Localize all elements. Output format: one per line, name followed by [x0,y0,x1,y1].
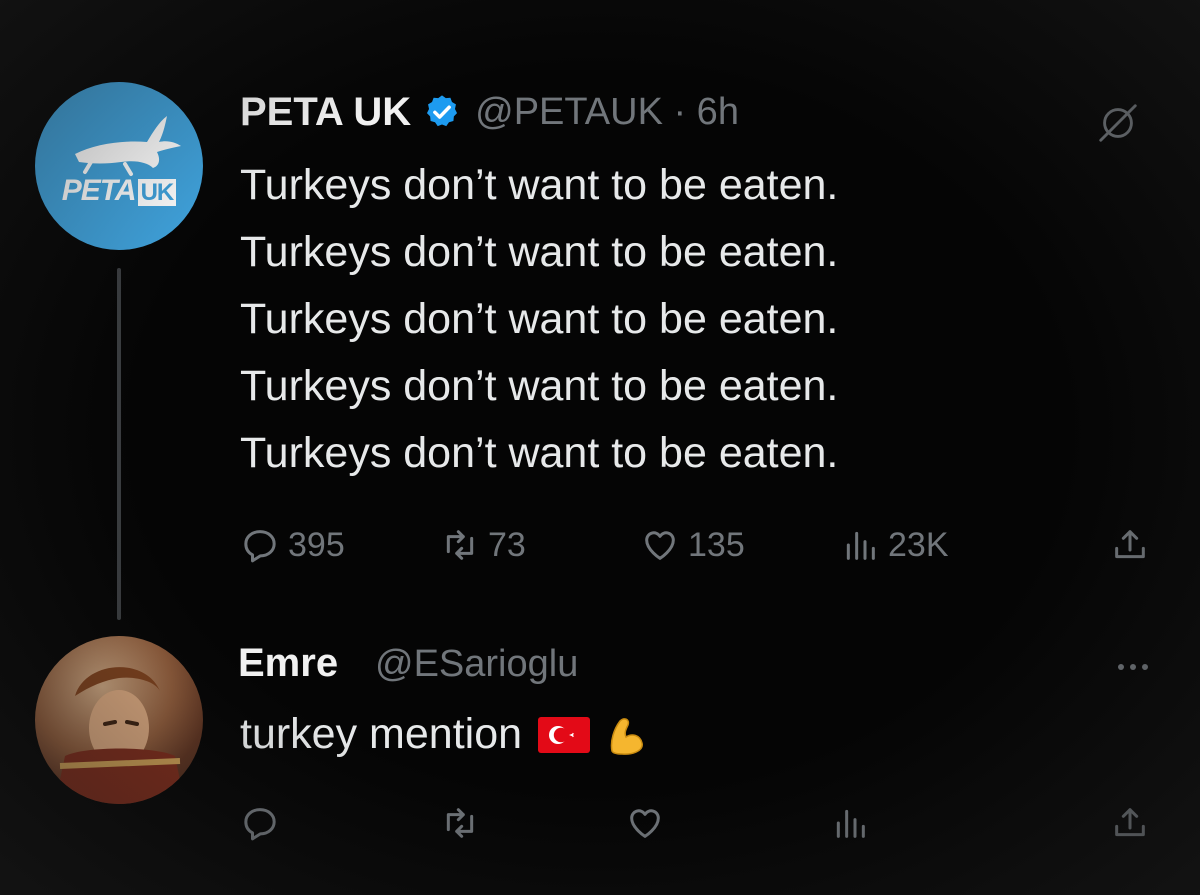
reply-author-name[interactable]: Emre [238,641,338,686]
reply-repost-button[interactable] [440,803,480,843]
share-icon [1115,808,1145,837]
like-button[interactable]: 135 [640,525,745,565]
heart-icon [645,531,675,560]
reply-share-button[interactable] [1110,803,1150,843]
more-icon[interactable] [1113,660,1153,674]
mute-icon[interactable] [1095,100,1141,146]
repost-button[interactable]: 73 [440,525,526,565]
tweet-line: Turkeys don’t want to be eaten. [240,161,839,209]
like-count: 135 [688,525,745,564]
repost-icon [446,808,474,838]
tweet-line: Turkeys don’t want to be eaten. [240,429,839,477]
share-button[interactable] [1110,525,1150,565]
character-portrait [55,667,185,804]
peta-uk-logo-text: PETA UK [35,174,203,208]
reply-count: 395 [288,525,345,564]
peta-uk-avatar[interactable]: PETA UK [35,82,203,250]
reply-text: turkey mention [240,710,650,759]
views-button[interactable]: 23K [840,525,949,565]
tweet-line: Turkeys don’t want to be eaten. [240,228,839,276]
heart-icon [630,809,660,838]
tweet-header: PETA UK @PETAUK · 6h [240,86,739,138]
views-count: 23K [888,525,949,564]
tweet-action-bar: 395 73 135 23K [240,520,1160,570]
repost-count: 73 [488,525,526,564]
reply-icon [244,530,276,563]
views-icon [836,809,865,838]
reply-action-bar [240,798,1160,848]
author-name[interactable]: PETA UK [240,90,411,135]
flexed-biceps-icon [610,717,643,755]
tweet-line: Turkeys don’t want to be eaten. [240,362,839,410]
verified-badge-icon [427,95,458,127]
thread-line [117,268,121,620]
share-icon [1115,530,1145,559]
tweet-line: Turkeys don’t want to be eaten. [240,295,839,343]
emre-avatar[interactable] [35,636,203,804]
views-icon [846,531,875,560]
reply-icon [244,808,276,841]
reply-text-content: turkey mention [240,710,523,758]
rabbit-logo-icon [75,116,181,176]
reply-reply-button[interactable] [240,803,280,843]
repost-icon [446,530,474,560]
reply-views-button[interactable] [830,803,870,843]
author-handle-time[interactable]: @PETAUK · 6h [475,91,739,134]
reply-author-handle[interactable]: @ESarioglu [375,643,578,686]
reply-button[interactable]: 395 [240,525,345,565]
tweet-text: Turkeys don’t want to be eaten. Turkeys … [240,152,838,487]
turkey-flag-icon [538,716,591,753]
reply-like-button[interactable] [625,803,665,843]
